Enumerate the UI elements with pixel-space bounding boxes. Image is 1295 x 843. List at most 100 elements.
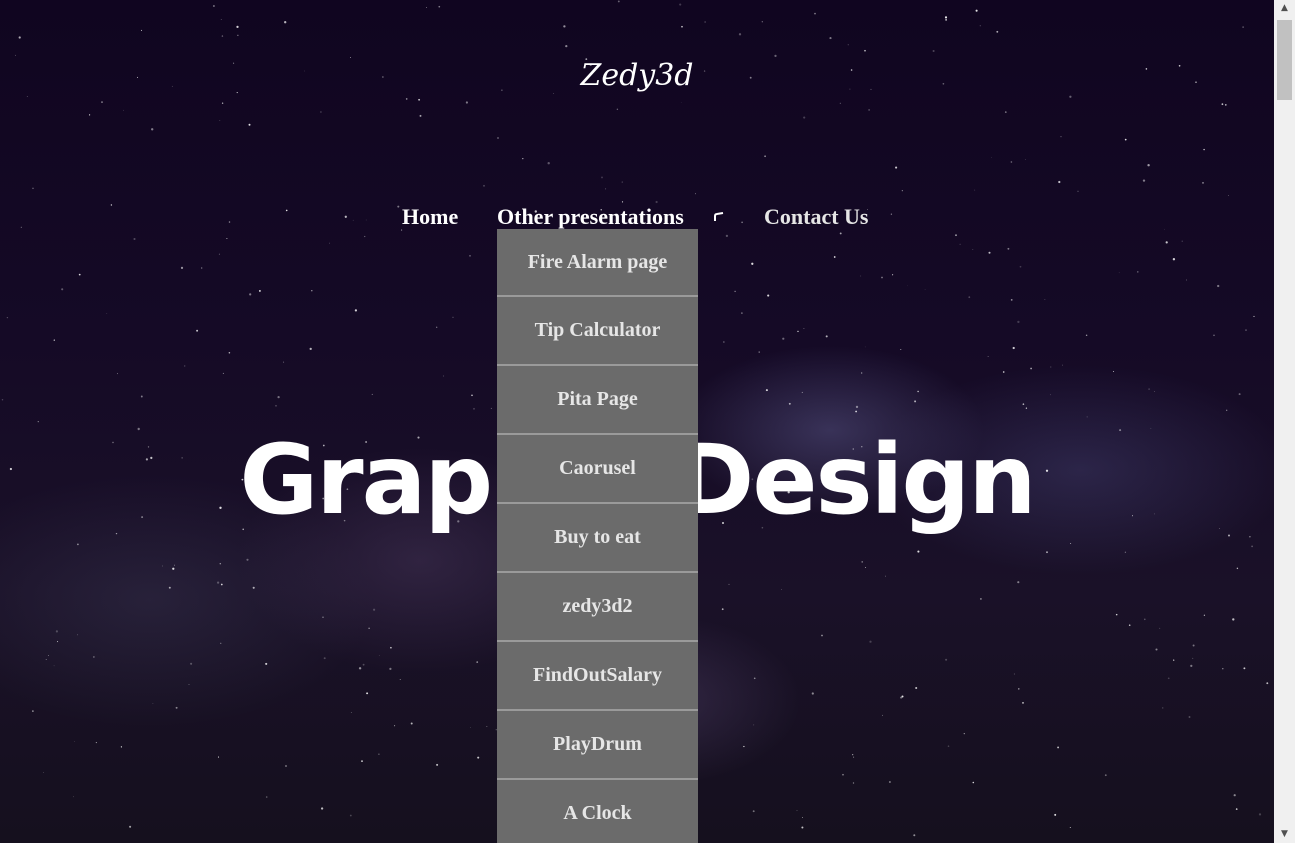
dropdown-item[interactable]: zedy3d2 (497, 573, 698, 642)
star-dot (246, 558, 249, 561)
star-dot (1226, 409, 1228, 411)
star-dot (1124, 551, 1127, 553)
star-dot (141, 29, 142, 31)
star-dot (1161, 707, 1164, 709)
star-dot (1165, 241, 1168, 244)
star-dot (45, 659, 47, 661)
star-dot (53, 339, 55, 341)
star-dot (61, 288, 64, 291)
star-dot (1203, 148, 1205, 151)
star-dot (57, 641, 59, 643)
star-dot (236, 25, 239, 29)
star-dot (1155, 648, 1158, 651)
star-dot (821, 634, 823, 637)
star-dot (1022, 702, 1024, 704)
star-dot (1104, 774, 1107, 777)
dropdown-item[interactable]: PlayDrum (497, 711, 698, 780)
star-dot (378, 753, 380, 755)
star-dot (221, 35, 224, 37)
star-dot (1173, 659, 1175, 661)
star-dot (655, 200, 658, 204)
nav-contact-link[interactable]: Contact Us (764, 204, 869, 230)
star-dot (48, 655, 49, 657)
star-dot (1058, 180, 1061, 184)
dropdown-item[interactable]: FindOutSalary (497, 642, 698, 711)
chevron-down-icon[interactable] (714, 212, 724, 222)
star-dot (621, 181, 624, 183)
star-dot (1010, 299, 1013, 301)
star-dot (78, 273, 81, 276)
star-dot (801, 391, 803, 393)
star-dot (860, 275, 862, 277)
star-dot (284, 21, 287, 24)
star-dot (1222, 668, 1224, 670)
star-dot (219, 120, 221, 122)
star-dot (426, 6, 428, 8)
dropdown-item[interactable]: Tip Calculator (497, 297, 698, 366)
star-dot (249, 293, 252, 296)
star-dot (373, 608, 376, 611)
scroll-down-arrow-icon[interactable]: ▼ (1274, 826, 1295, 843)
star-dot (915, 686, 918, 690)
star-dot (26, 96, 28, 97)
star-dot (801, 826, 804, 829)
star-dot (1213, 334, 1215, 337)
star-dot (963, 732, 965, 735)
star-dot (621, 201, 624, 203)
dropdown-item[interactable]: Caorusel (497, 435, 698, 504)
star-dot (32, 187, 34, 190)
star-dot (371, 393, 373, 395)
star-dot (774, 54, 777, 58)
star-dot (852, 754, 854, 756)
star-dot (888, 781, 891, 783)
star-dot (418, 98, 421, 101)
star-dot (945, 658, 948, 661)
scroll-thumb[interactable] (1277, 20, 1292, 100)
star-dot (1266, 682, 1269, 685)
star-dot (842, 773, 844, 776)
star-dot (751, 262, 754, 265)
star-dot (320, 111, 322, 113)
star-dot (781, 589, 782, 590)
dropdown-item[interactable]: Fire Alarm page (497, 229, 698, 297)
star-dot (761, 21, 763, 23)
nav-home-link[interactable]: Home (402, 204, 458, 230)
star-dot (974, 189, 976, 191)
star-dot (901, 190, 903, 192)
star-dot (914, 400, 917, 403)
star-dot (168, 586, 171, 589)
star-dot (855, 405, 859, 409)
site-logo[interactable]: Zedy3d (0, 58, 1274, 93)
star-dot (1228, 195, 1229, 196)
star-dot (1115, 613, 1118, 616)
star-dot (436, 326, 438, 328)
star-dot (1245, 329, 1247, 331)
star-dot (477, 756, 480, 759)
vertical-scrollbar[interactable]: ▲ ▼ (1274, 0, 1295, 843)
star-dot (1054, 813, 1057, 816)
dropdown-item[interactable]: A Clock (497, 780, 698, 843)
star-dot (947, 745, 950, 747)
star-dot (364, 235, 366, 238)
dropdown-item[interactable]: Pita Page (497, 366, 698, 435)
star-dot (869, 640, 872, 643)
nav-other-presentations-link[interactable]: Other presentations (497, 204, 684, 230)
star-dot (1069, 95, 1072, 98)
star-dot (1142, 179, 1146, 182)
scroll-up-arrow-icon[interactable]: ▲ (1274, 0, 1295, 17)
star-dot (753, 724, 755, 726)
star-dot (728, 583, 730, 585)
star-dot (350, 712, 352, 713)
dropdown-item[interactable]: Buy to eat (497, 504, 698, 573)
star-dot (283, 361, 285, 363)
other-presentations-dropdown: Fire Alarm page Tip Calculator Pita Page Ca… (497, 229, 698, 843)
star-dot (309, 347, 312, 351)
star-dot (497, 137, 499, 139)
star-dot (1147, 164, 1150, 167)
star-dot (361, 760, 363, 762)
star-dot (329, 242, 330, 244)
star-dot (201, 267, 203, 269)
star-dot (133, 237, 136, 241)
star-dot (322, 616, 324, 618)
star-dot (405, 98, 408, 100)
